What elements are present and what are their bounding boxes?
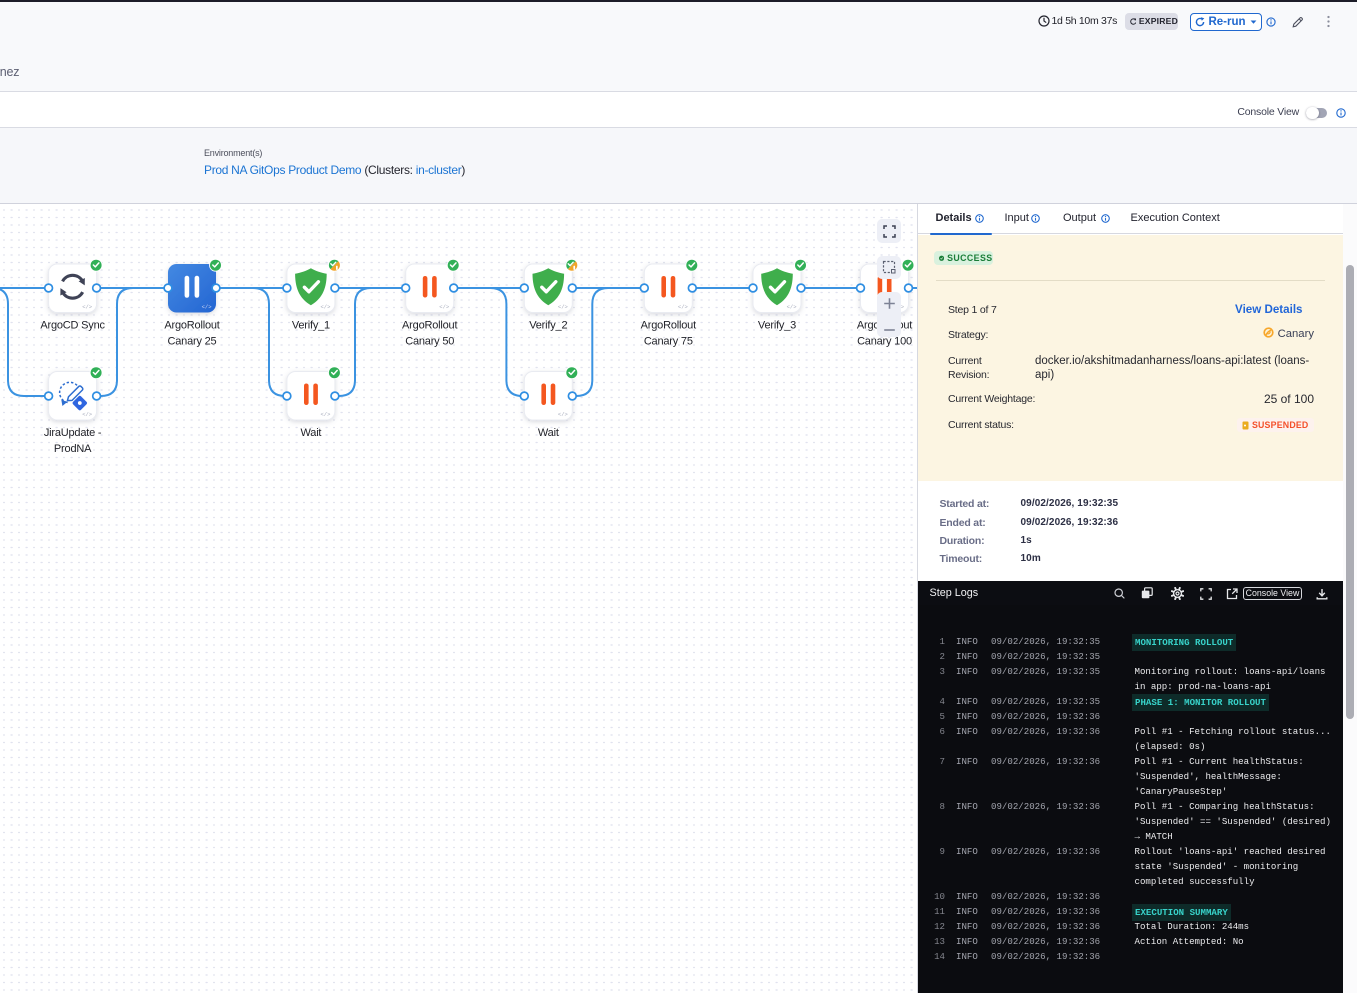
svg-text:ArgoRollout: ArgoRollout (402, 320, 457, 332)
svg-text:Canary 25: Canary 25 (168, 336, 217, 348)
svg-text:</>: </> (202, 304, 212, 311)
svg-text:Canary 75: Canary 75 (644, 336, 693, 348)
svg-text:JiraUpdate -: JiraUpdate - (44, 427, 102, 439)
svg-text:</>: </> (320, 304, 330, 311)
svg-text:</>: </> (82, 304, 92, 311)
svg-text:</>: </> (558, 304, 568, 311)
svg-text:</>: </> (82, 411, 92, 418)
svg-text:</>: </> (787, 304, 797, 311)
svg-text:Wait: Wait (538, 427, 559, 439)
svg-text:ArgoCD Sync: ArgoCD Sync (40, 320, 105, 332)
svg-text:</>: </> (439, 304, 449, 311)
svg-text:Canary 50: Canary 50 (405, 336, 454, 348)
svg-text:</>: </> (320, 411, 330, 418)
svg-text:Wait: Wait (301, 427, 322, 439)
svg-text:Verify_1: Verify_1 (292, 320, 330, 332)
svg-text:Canary 100: Canary 100 (857, 336, 912, 348)
svg-text:ArgoRollout: ArgoRollout (164, 320, 219, 332)
svg-text:Verify_3: Verify_3 (758, 320, 796, 332)
svg-text:</>: </> (678, 304, 688, 311)
svg-text:ProdNA: ProdNA (54, 443, 92, 455)
svg-text:Verify_2: Verify_2 (529, 320, 567, 332)
svg-text:</>: </> (558, 411, 568, 418)
svg-text:ArgoRollout: ArgoRollout (641, 320, 696, 332)
